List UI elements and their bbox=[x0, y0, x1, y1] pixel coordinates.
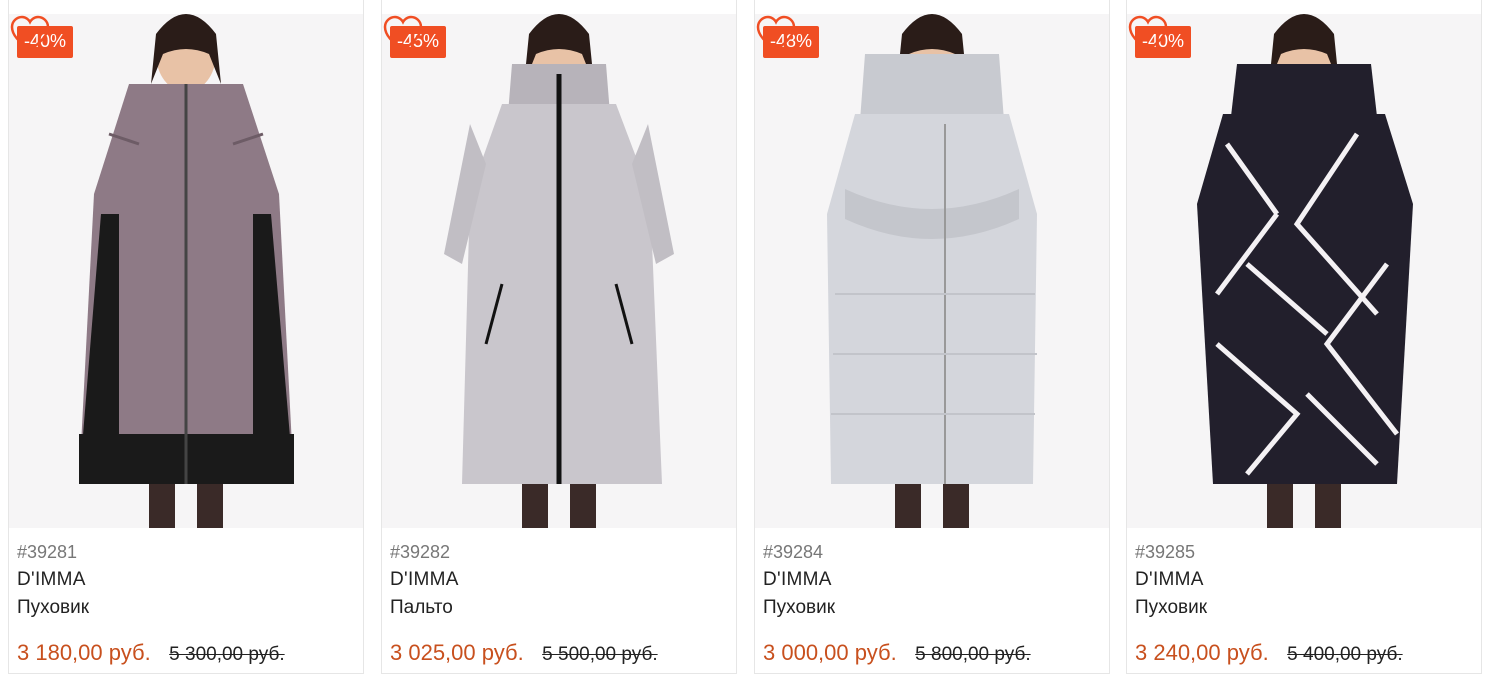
old-price: 5 300,00 руб. bbox=[169, 644, 285, 665]
product-kind[interactable]: Пальто bbox=[390, 594, 728, 622]
current-price: 3 240,00 руб. bbox=[1135, 640, 1269, 665]
product-brand[interactable]: D'IMMA bbox=[763, 566, 1101, 594]
product-info: #39282 D'IMMA Пальто 3 025,00 руб. 5 500… bbox=[390, 540, 728, 668]
heart-icon[interactable] bbox=[755, 14, 797, 58]
coat-illustration bbox=[1197, 14, 1413, 528]
price-row: 3 180,00 руб. 5 300,00 руб. bbox=[17, 638, 355, 668]
product-sku: #39285 bbox=[1135, 542, 1196, 562]
old-price: 5 400,00 руб. bbox=[1287, 644, 1403, 665]
old-price: 5 500,00 руб. bbox=[542, 644, 658, 665]
price-row: 3 000,00 руб. 5 800,00 руб. bbox=[763, 638, 1101, 668]
product-card[interactable]: -45% #39282 D'IMMA Пальто 3 025,00 руб. … bbox=[381, 0, 737, 674]
product-sku: #39281 bbox=[17, 542, 78, 562]
heart-icon[interactable] bbox=[1127, 14, 1169, 58]
product-kind[interactable]: Пуховик bbox=[17, 594, 355, 622]
product-sku: #39282 bbox=[390, 542, 451, 562]
coat-illustration bbox=[444, 14, 674, 528]
coat-illustration bbox=[827, 14, 1037, 528]
product-brand[interactable]: D'IMMA bbox=[390, 566, 728, 594]
heart-icon[interactable] bbox=[9, 14, 51, 58]
product-card[interactable]: -40% #39281 D'IMMA Пуховик 3 180,00 руб.… bbox=[8, 0, 364, 674]
product-info: #39281 D'IMMA Пуховик 3 180,00 руб. 5 30… bbox=[17, 540, 355, 668]
product-brand[interactable]: D'IMMA bbox=[17, 566, 355, 594]
current-price: 3 000,00 руб. bbox=[763, 640, 897, 665]
coat-illustration bbox=[79, 14, 294, 528]
current-price: 3 025,00 руб. bbox=[390, 640, 524, 665]
old-price: 5 800,00 руб. bbox=[915, 644, 1031, 665]
heart-icon[interactable] bbox=[382, 14, 424, 58]
current-price: 3 180,00 руб. bbox=[17, 640, 151, 665]
product-card[interactable]: -48% #39284 D'IMMA Пуховик 3 000,00 руб.… bbox=[754, 0, 1110, 674]
price-row: 3 240,00 руб. 5 400,00 руб. bbox=[1135, 638, 1473, 668]
product-kind[interactable]: Пуховик bbox=[763, 594, 1101, 622]
product-photo[interactable]: -45% bbox=[382, 14, 736, 528]
product-photo[interactable]: -40% bbox=[9, 14, 363, 528]
product-card[interactable]: -40% #39285 D'IMMA Пуховик 3 240,00 руб.… bbox=[1126, 0, 1482, 674]
product-brand[interactable]: D'IMMA bbox=[1135, 566, 1473, 594]
product-photo[interactable]: -40% bbox=[1127, 14, 1481, 528]
product-info: #39285 D'IMMA Пуховик 3 240,00 руб. 5 40… bbox=[1135, 540, 1473, 668]
product-info: #39284 D'IMMA Пуховик 3 000,00 руб. 5 80… bbox=[763, 540, 1101, 668]
product-sku: #39284 bbox=[763, 542, 824, 562]
product-kind[interactable]: Пуховик bbox=[1135, 594, 1473, 622]
price-row: 3 025,00 руб. 5 500,00 руб. bbox=[390, 638, 728, 668]
product-grid: -40% #39281 D'IMMA Пуховик 3 180,00 руб.… bbox=[0, 0, 1503, 690]
product-photo[interactable]: -48% bbox=[755, 14, 1109, 528]
